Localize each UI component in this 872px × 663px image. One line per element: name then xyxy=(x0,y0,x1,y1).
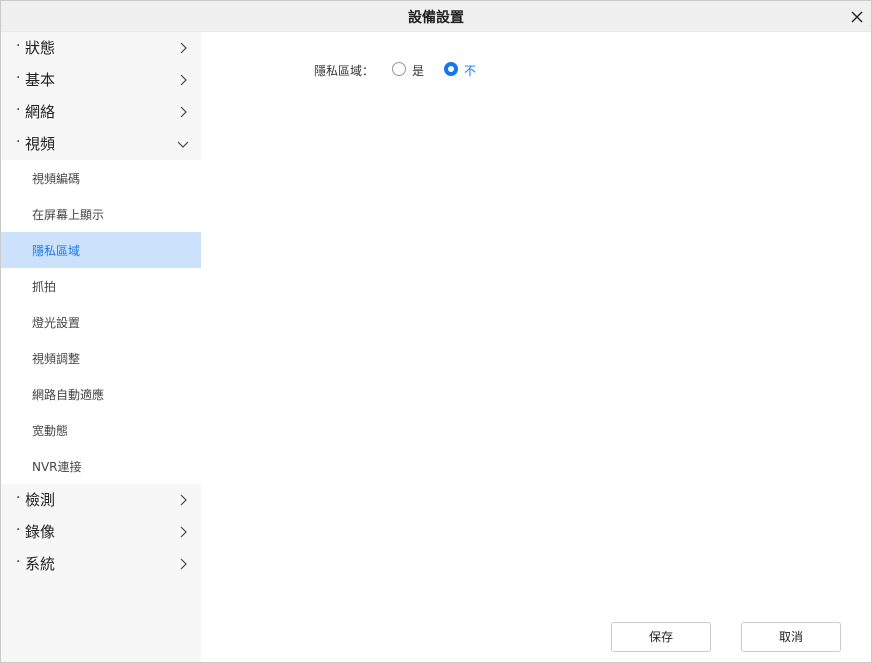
sidebar-item-label: 宽動態 xyxy=(32,424,69,438)
sidebar-item-osd[interactable]: 在屏幕上顯示 xyxy=(1,196,201,232)
chevron-right-icon xyxy=(180,42,187,54)
bullet-dot: · xyxy=(16,554,21,570)
bullet-dot: · xyxy=(16,102,21,118)
sidebar-item-label: 視頻調整 xyxy=(32,352,81,366)
sidebar-item-video-encoding[interactable]: 視頻編碼 xyxy=(1,160,201,196)
sidebar-group-system[interactable]: · 系統 xyxy=(1,548,201,580)
bullet-dot: · xyxy=(16,490,21,506)
sidebar-group-label: 基本 xyxy=(25,71,56,89)
sidebar-item-label: 抓拍 xyxy=(32,280,57,294)
sidebar-item-privacy-zone[interactable]: 隱私區域 xyxy=(1,232,201,268)
sidebar-group-label: 視頻 xyxy=(25,135,56,153)
chevron-right-icon xyxy=(180,106,187,118)
chevron-right-icon xyxy=(180,558,187,570)
radio-checked-icon xyxy=(444,62,458,76)
sidebar-item-label: 視頻編碼 xyxy=(32,172,81,186)
sidebar-group-label: 系統 xyxy=(25,555,56,573)
bullet-dot: · xyxy=(16,522,21,538)
dialog-title: 設備設置 xyxy=(408,10,464,26)
video-submenu: 視頻編碼 在屏幕上顯示 隱私區域 抓拍 燈光設置 視頻調整 網路自動適應 宽動態 xyxy=(1,160,201,484)
radio-label: 是 xyxy=(412,64,425,78)
sidebar-item-video-adjust[interactable]: 視頻調整 xyxy=(1,340,201,376)
sidebar-item-label: 隱私區域 xyxy=(32,244,81,258)
bullet-dot: · xyxy=(16,70,21,86)
sidebar-item-label: 燈光設置 xyxy=(32,316,81,330)
sidebar-group-status[interactable]: · 狀態 xyxy=(1,32,201,64)
bullet-dot: · xyxy=(16,38,21,54)
radio-label: 不 xyxy=(464,64,477,78)
sidebar-item-label: 網路自動適應 xyxy=(32,388,105,402)
bullet-dot: · xyxy=(16,134,21,150)
settings-sidebar: · 狀態 · 基本 · 網絡 · 視頻 視頻編碼 在屏幕上顯示 隱私區域 抓拍 … xyxy=(1,32,201,662)
chevron-right-icon xyxy=(180,526,187,538)
sidebar-item-nvr-connect[interactable]: NVR連接 xyxy=(1,448,201,484)
sidebar-group-recording[interactable]: · 錄像 xyxy=(1,516,201,548)
sidebar-item-wdr[interactable]: 宽動態 xyxy=(1,412,201,448)
save-button[interactable]: 保存 xyxy=(611,622,711,652)
close-button[interactable] xyxy=(849,9,865,25)
sidebar-item-light-settings[interactable]: 燈光設置 xyxy=(1,304,201,340)
sidebar-group-video[interactable]: · 視頻 xyxy=(1,128,201,160)
chevron-down-icon xyxy=(177,141,189,148)
sidebar-group-label: 錄像 xyxy=(25,523,56,541)
settings-content: 隱私區域： 是 不 保存 取消 xyxy=(202,32,871,662)
close-icon xyxy=(851,11,863,23)
cancel-button[interactable]: 取消 xyxy=(741,622,841,652)
sidebar-group-network[interactable]: · 網絡 xyxy=(1,96,201,128)
chevron-right-icon xyxy=(180,494,187,506)
chevron-right-icon xyxy=(180,74,187,86)
sidebar-item-snapshot[interactable]: 抓拍 xyxy=(1,268,201,304)
sidebar-group-basic[interactable]: · 基本 xyxy=(1,64,201,96)
sidebar-item-label: 在屏幕上顯示 xyxy=(32,208,105,222)
device-settings-dialog: 設備設置 · 狀態 · 基本 · 網絡 · 視頻 視頻編碼 在屏幕上顯示 隱私區… xyxy=(0,0,872,663)
sidebar-group-label: 網絡 xyxy=(25,103,56,121)
sidebar-group-label: 檢測 xyxy=(25,491,56,509)
radio-circle-icon xyxy=(392,62,406,76)
privacy-zone-label: 隱私區域： xyxy=(314,64,375,78)
sidebar-group-label: 狀態 xyxy=(25,39,56,57)
sidebar-group-detection[interactable]: · 檢測 xyxy=(1,484,201,516)
sidebar-item-network-adaptive[interactable]: 網路自動適應 xyxy=(1,376,201,412)
sidebar-item-label: NVR連接 xyxy=(32,460,82,474)
title-bar: 設備設置 xyxy=(1,1,871,32)
